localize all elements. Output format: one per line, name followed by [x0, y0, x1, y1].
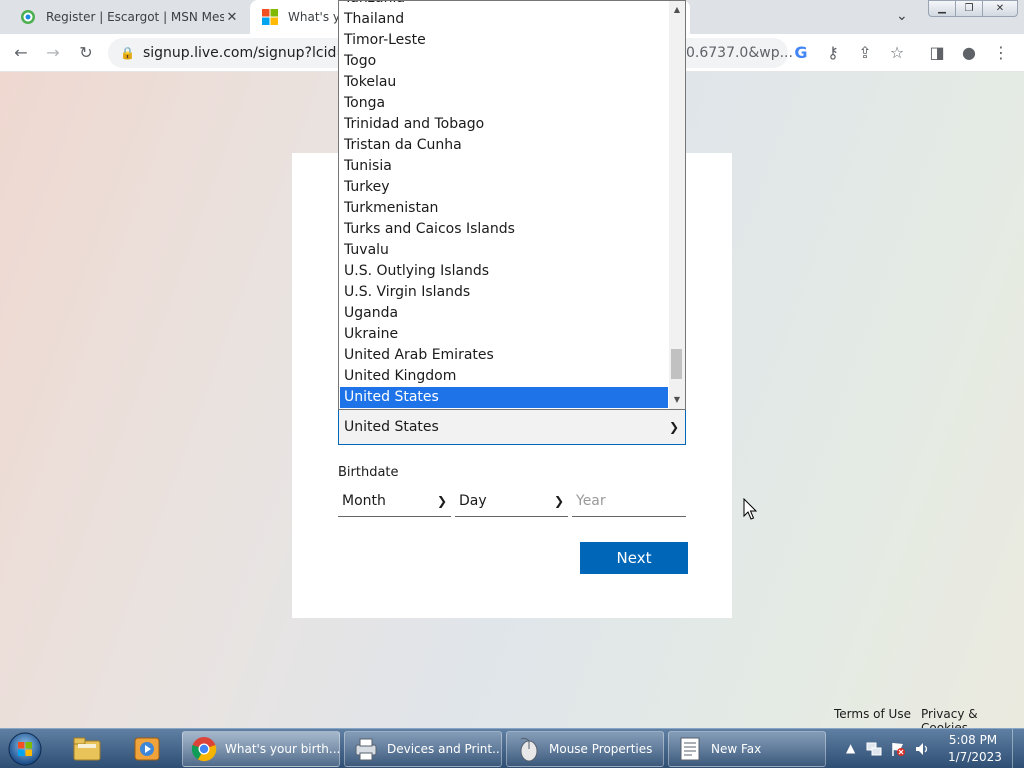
reload-icon[interactable]: ↻	[75, 42, 97, 64]
escargot-favicon-icon	[21, 10, 35, 24]
taskbar-item-label: What's your birth...	[225, 742, 339, 756]
forward-icon[interactable]: →	[42, 42, 64, 64]
country-option[interactable]: United States	[340, 387, 668, 408]
printer-icon	[351, 735, 381, 763]
profile-avatar-icon[interactable]: ●	[958, 42, 980, 64]
clock-time[interactable]: 5:08 PM	[948, 733, 998, 747]
window-restore-button[interactable]: ❐	[955, 0, 983, 17]
dropdown-scrollbar[interactable]: ▲ ▼	[669, 1, 685, 409]
network-icon[interactable]	[866, 741, 882, 757]
month-select-value: Month	[342, 493, 386, 509]
taskbar-item-chrome[interactable]: What's your birth...	[182, 731, 340, 767]
next-button[interactable]: Next	[580, 542, 688, 574]
bookmark-star-icon[interactable]: ☆	[886, 42, 908, 64]
month-select[interactable]: Month ❯	[338, 485, 451, 517]
country-option[interactable]: Tunisia	[340, 156, 668, 177]
terms-of-use-link[interactable]: Terms of Use	[834, 707, 911, 721]
tab-search-chevron-icon[interactable]: ⌄	[896, 8, 908, 24]
chevron-down-icon: ❯	[668, 420, 679, 434]
country-select[interactable]: United States ❯	[338, 409, 686, 445]
back-icon[interactable]: ←	[10, 42, 32, 64]
taskbar-item-mouse-properties[interactable]: Mouse Properties	[506, 731, 664, 767]
country-option[interactable]: Tristan da Cunha	[340, 135, 668, 156]
windows-taskbar: What's your birth... Devices and Print..…	[0, 728, 1024, 768]
tab-title: Register | Escargot | MSN Messe	[46, 10, 224, 24]
mouse-icon	[513, 735, 543, 763]
country-option[interactable]: Timor-Leste	[340, 30, 668, 51]
action-center-flag-icon[interactable]	[890, 741, 906, 757]
country-option[interactable]: Ukraine	[340, 324, 668, 345]
chevron-down-icon: ❯	[553, 494, 564, 508]
country-option[interactable]: U.S. Virgin Islands	[340, 282, 668, 303]
country-options: TanzaniaThailandTimor-LesteTogoTokelauTo…	[339, 1, 669, 409]
microsoft-favicon-icon	[262, 9, 278, 25]
taskbar-item-new-fax[interactable]: New Fax	[668, 731, 826, 767]
country-option[interactable]: Tonga	[340, 93, 668, 114]
country-option[interactable]: Tokelau	[340, 72, 668, 93]
year-input[interactable]	[576, 486, 686, 516]
mouse-pointer-icon	[743, 498, 757, 520]
window-close-button[interactable]: ✕	[982, 0, 1018, 17]
country-option[interactable]: U.S. Outlying Islands	[340, 261, 668, 282]
taskbar-item-label: New Fax	[711, 742, 762, 756]
country-option[interactable]: Turkey	[340, 177, 668, 198]
browser-menu-icon[interactable]: ⋮	[990, 42, 1012, 64]
tab-register-escargot[interactable]: Register | Escargot | MSN Messe ✕	[8, 0, 248, 34]
start-button-icon[interactable]	[6, 731, 44, 767]
taskbar-item-label: Mouse Properties	[549, 742, 653, 756]
country-option[interactable]: Togo	[340, 51, 668, 72]
fax-document-icon	[675, 735, 705, 763]
volume-icon[interactable]	[914, 741, 930, 757]
birthdate-label: Birthdate	[338, 465, 399, 480]
country-dropdown-list[interactable]: TanzaniaThailandTimor-LesteTogoTokelauTo…	[338, 0, 686, 410]
country-select-value: United States	[344, 419, 439, 435]
scroll-down-arrow-icon[interactable]: ▼	[669, 392, 685, 408]
show-hidden-icons-arrow-icon[interactable]: ▲	[846, 741, 855, 755]
window-minimize-button[interactable]: ▁	[928, 0, 956, 17]
country-option[interactable]: United Kingdom	[340, 366, 668, 387]
country-option[interactable]: Tuvalu	[340, 240, 668, 261]
scroll-up-arrow-icon[interactable]: ▲	[669, 2, 685, 18]
country-option[interactable]: United Arab Emirates	[340, 345, 668, 366]
country-option[interactable]: Tanzania	[340, 1, 668, 9]
lock-icon: 🔒	[120, 46, 135, 60]
media-player-icon[interactable]	[132, 735, 162, 763]
taskbar-item-label: Devices and Print...	[387, 742, 501, 756]
side-panel-icon[interactable]: ◨	[926, 42, 948, 64]
taskbar-item-devices-printers[interactable]: Devices and Print...	[344, 731, 502, 767]
country-option[interactable]: Turkmenistan	[340, 198, 668, 219]
explorer-folder-icon[interactable]	[72, 735, 102, 763]
url-tail-text: 0.6737.0&wp...	[686, 45, 793, 61]
chrome-icon	[189, 735, 219, 763]
day-select[interactable]: Day ❯	[455, 485, 568, 517]
clock-date[interactable]: 1/7/2023	[948, 750, 1002, 764]
scrollbar-thumb[interactable]	[671, 349, 682, 379]
day-select-value: Day	[459, 493, 487, 509]
country-option[interactable]: Turks and Caicos Islands	[340, 219, 668, 240]
show-desktop-button[interactable]	[1012, 729, 1024, 768]
year-field-wrapper	[572, 485, 686, 517]
chevron-down-icon: ❯	[436, 494, 447, 508]
google-lens-icon[interactable]: G	[790, 42, 812, 64]
country-option[interactable]: Uganda	[340, 303, 668, 324]
country-option[interactable]: Trinidad and Tobago	[340, 114, 668, 135]
country-option[interactable]: Thailand	[340, 9, 668, 30]
tab-close-icon[interactable]: ✕	[224, 10, 240, 25]
share-icon[interactable]: ⇪	[854, 42, 876, 64]
key-icon[interactable]: ⚷	[822, 42, 844, 64]
